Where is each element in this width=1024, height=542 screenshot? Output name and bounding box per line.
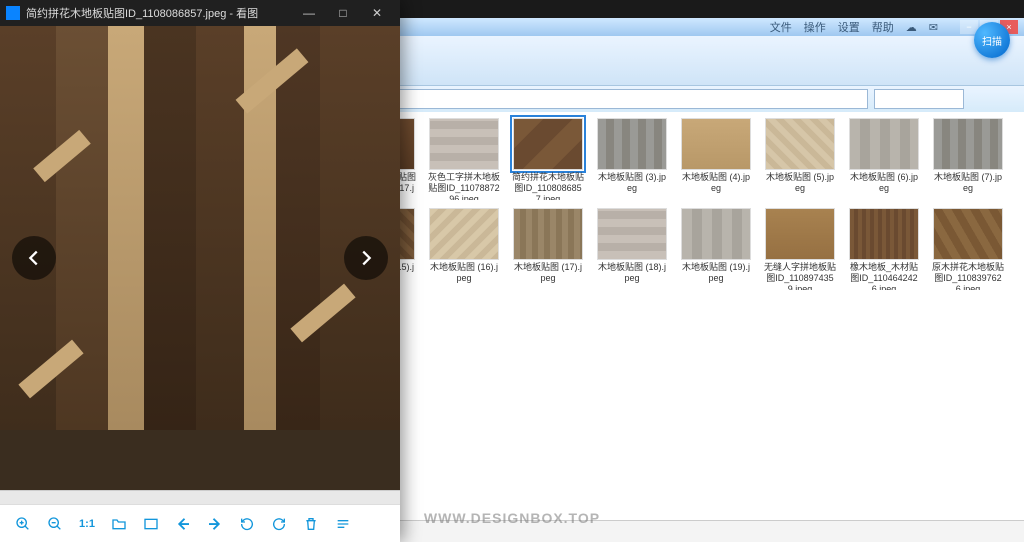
file-thumbnail[interactable]: 简约拼花木地板贴图ID_1108086857.jpeg (512, 118, 584, 200)
cloud-icon[interactable]: ☁ (906, 21, 917, 34)
thumbnail-label: 木地板贴图 (3).jpeg (596, 172, 668, 194)
thumbnail-label: 原木拼花木地板贴图ID_1108397626.jpeg (932, 262, 1004, 290)
previous-image-button[interactable] (12, 236, 56, 280)
thumbnail-label: 木地板贴图 (4).jpeg (680, 172, 752, 194)
thumbnail-image (849, 208, 919, 260)
minimize-button[interactable]: — (292, 0, 326, 26)
scan-button[interactable]: 扫描 (974, 22, 1010, 58)
thumbnail-image (681, 118, 751, 170)
file-thumbnail[interactable]: 木地板贴图 (17).jpeg (512, 208, 584, 290)
thumbnail-image (933, 208, 1003, 260)
more-options-icon[interactable] (334, 515, 352, 533)
image-canvas[interactable] (0, 26, 400, 490)
menu-settings[interactable]: 设置 (838, 19, 860, 35)
thumbnail-label: 灰色工字拼木地板贴图ID_1107887296.jpeg (428, 172, 500, 200)
prev-toolbar-button[interactable] (174, 515, 192, 533)
menu-action[interactable]: 操作 (804, 19, 826, 35)
viewer-title: 简约拼花木地板贴图ID_1108086857.jpeg - 看图 (26, 5, 258, 21)
viewer-toolbar: 1:1 (0, 504, 400, 542)
thumbnail-label: 木地板贴图 (7).jpeg (932, 172, 1004, 194)
thumbnail-label: 木地板贴图 (5).jpeg (764, 172, 836, 194)
thumbnail-image (597, 118, 667, 170)
thumbnail-image (513, 208, 583, 260)
thumbnail-label: 木地板贴图 (17).jpeg (512, 262, 584, 284)
next-toolbar-button[interactable] (206, 515, 224, 533)
app-icon (6, 6, 20, 20)
rotate-right-icon[interactable] (270, 515, 288, 533)
thumbnail-label: 木地板贴图 (6).jpeg (848, 172, 920, 194)
mail-icon[interactable]: ✉ (929, 21, 938, 34)
thumbnail-label: 木地板贴图 (18).jpeg (596, 262, 668, 284)
zoom-in-icon[interactable] (14, 515, 32, 533)
maximize-button[interactable]: □ (326, 0, 360, 26)
thumbnail-label: 简约拼花木地板贴图ID_1108086857.jpeg (512, 172, 584, 200)
file-thumbnail[interactable]: 木地板贴图 (6).jpeg (848, 118, 920, 200)
thumbnail-image (849, 118, 919, 170)
rotate-left-icon[interactable] (238, 515, 256, 533)
thumbnail-image (765, 118, 835, 170)
fit-screen-icon[interactable] (142, 515, 160, 533)
next-image-button[interactable] (344, 236, 388, 280)
search-input[interactable] (874, 89, 964, 109)
thumbnail-label: 木地板贴图 (19).jpeg (680, 262, 752, 284)
file-thumbnail[interactable]: 木地板贴图 (18).jpeg (596, 208, 668, 290)
zoom-out-icon[interactable] (46, 515, 64, 533)
thumbnail-image (933, 118, 1003, 170)
delete-icon[interactable] (302, 515, 320, 533)
close-button[interactable]: ✕ (360, 0, 394, 26)
viewer-status-strip (0, 490, 400, 504)
thumbnail-image (681, 208, 751, 260)
thumbnail-label: 无缝人字拼地板贴图ID_1108974359.jpeg (764, 262, 836, 290)
open-folder-icon[interactable] (110, 515, 128, 533)
file-thumbnail[interactable]: 木地板贴图 (5).jpeg (764, 118, 836, 200)
menu-file[interactable]: 文件 (770, 19, 792, 35)
file-thumbnail[interactable]: 木地板贴图 (7).jpeg (932, 118, 1004, 200)
file-thumbnail[interactable]: 橡木地板_木材贴图ID_1104642426.jpeg (848, 208, 920, 290)
thumbnail-image (429, 208, 499, 260)
image-viewer-window: 简约拼花木地板贴图ID_1108086857.jpeg - 看图 — □ ✕ 1… (0, 0, 400, 542)
file-thumbnail[interactable]: 原木拼花木地板贴图ID_1108397626.jpeg (932, 208, 1004, 290)
file-thumbnail[interactable]: 无缝人字拼地板贴图ID_1108974359.jpeg (764, 208, 836, 290)
file-thumbnail[interactable]: 木地板贴图 (4).jpeg (680, 118, 752, 200)
viewer-titlebar[interactable]: 简约拼花木地板贴图ID_1108086857.jpeg - 看图 — □ ✕ (0, 0, 400, 26)
file-thumbnail[interactable]: 木地板贴图 (3).jpeg (596, 118, 668, 200)
thumbnail-image (429, 118, 499, 170)
actual-size-button[interactable]: 1:1 (78, 515, 96, 533)
file-thumbnail[interactable]: 木地板贴图 (19).jpeg (680, 208, 752, 290)
thumbnail-label: 橡木地板_木材贴图ID_1104642426.jpeg (848, 262, 920, 290)
file-thumbnail[interactable]: 灰色工字拼木地板贴图ID_1107887296.jpeg (428, 118, 500, 200)
thumbnail-label: 木地板贴图 (16).jpeg (428, 262, 500, 284)
thumbnail-image (765, 208, 835, 260)
thumbnail-image (513, 118, 583, 170)
menu-help[interactable]: 帮助 (872, 19, 894, 35)
file-thumbnail[interactable]: 木地板贴图 (16).jpeg (428, 208, 500, 290)
thumbnail-image (597, 208, 667, 260)
